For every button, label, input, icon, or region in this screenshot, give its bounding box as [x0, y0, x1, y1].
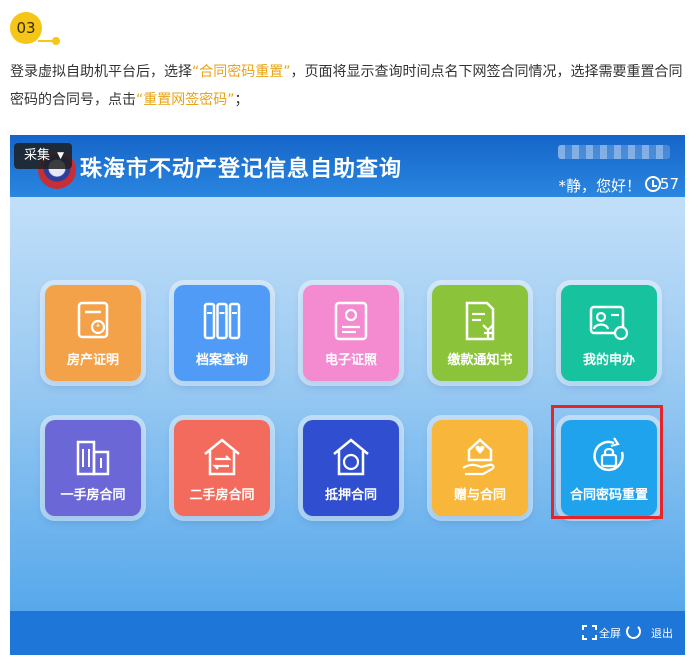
countdown-timer: 57 [659, 175, 679, 193]
tile-my-applications[interactable]: 我的申办 [561, 285, 657, 381]
app-title: 珠海市不动产登记信息自助查询 [80, 156, 403, 182]
highlight-box [551, 405, 663, 519]
kiosk-screen: 珠海市不动产登记信息自助查询 采集 ▼ *静，您好！ 57 房产证明 档案查询 … [10, 135, 685, 655]
tile-second-hand-contract[interactable]: 二手房合同 [174, 420, 270, 516]
bottom-bar: 全屏 退出 [10, 611, 685, 655]
archive-binders-icon [201, 299, 243, 343]
my-applications-icon [588, 299, 630, 343]
tile-e-license[interactable]: 电子证照 [303, 285, 399, 381]
collect-button[interactable]: 采集 ▼ [14, 143, 73, 169]
greeting: *静，您好！ [558, 177, 641, 195]
exit-button[interactable]: 退出 [651, 625, 673, 641]
tile-label: 电子证照 [324, 353, 377, 368]
property-certificate-icon [72, 299, 114, 343]
tile-label: 房产证明 [66, 353, 119, 368]
tile-label: 档案查询 [195, 353, 248, 368]
blurred-user-info [558, 145, 670, 159]
instruction-text: 登录虚拟自助机平台后，选择“合同密码重置”，页面将显示查询时间点名下网签合同情况… [10, 64, 683, 108]
tile-archive-query[interactable]: 档案查询 [174, 285, 270, 381]
power-icon[interactable] [626, 624, 641, 639]
house-exchange-icon [201, 434, 243, 478]
e-license-icon [330, 299, 372, 343]
chevron-down-icon: ▼ [57, 151, 65, 161]
step-dot [52, 37, 60, 45]
collect-label: 采集 [24, 148, 51, 163]
fullscreen-icon[interactable] [582, 625, 597, 640]
top-bar: 珠海市不动产登记信息自助查询 采集 ▼ *静，您好！ 57 [10, 135, 685, 197]
payment-notice-icon [459, 299, 501, 343]
tile-label: 抵押合同 [324, 488, 377, 503]
tile-gift-contract[interactable]: 赠与合同 [432, 420, 528, 516]
highlight-contract-password-reset: “合同密码重置” [192, 64, 291, 80]
fullscreen-button[interactable]: 全屏 [599, 625, 621, 641]
tile-property-certificate[interactable]: 房产证明 [45, 285, 141, 381]
gift-house-icon [459, 434, 501, 478]
tile-label: 赠与合同 [453, 488, 506, 503]
tile-label: 我的申办 [582, 353, 635, 368]
mortgage-house-icon [330, 434, 372, 478]
tile-label: 一手房合同 [60, 488, 126, 503]
highlight-reset-online-password: “重置网签密码” [136, 92, 235, 108]
tile-label: 二手房合同 [189, 488, 255, 503]
tile-payment-notice[interactable]: 缴款通知书 [432, 285, 528, 381]
tile-label: 缴款通知书 [447, 353, 513, 368]
clock-icon [645, 176, 661, 192]
tile-new-house-contract[interactable]: 一手房合同 [45, 420, 141, 516]
building-icon [72, 434, 114, 478]
tile-mortgage-contract[interactable]: 抵押合同 [303, 420, 399, 516]
